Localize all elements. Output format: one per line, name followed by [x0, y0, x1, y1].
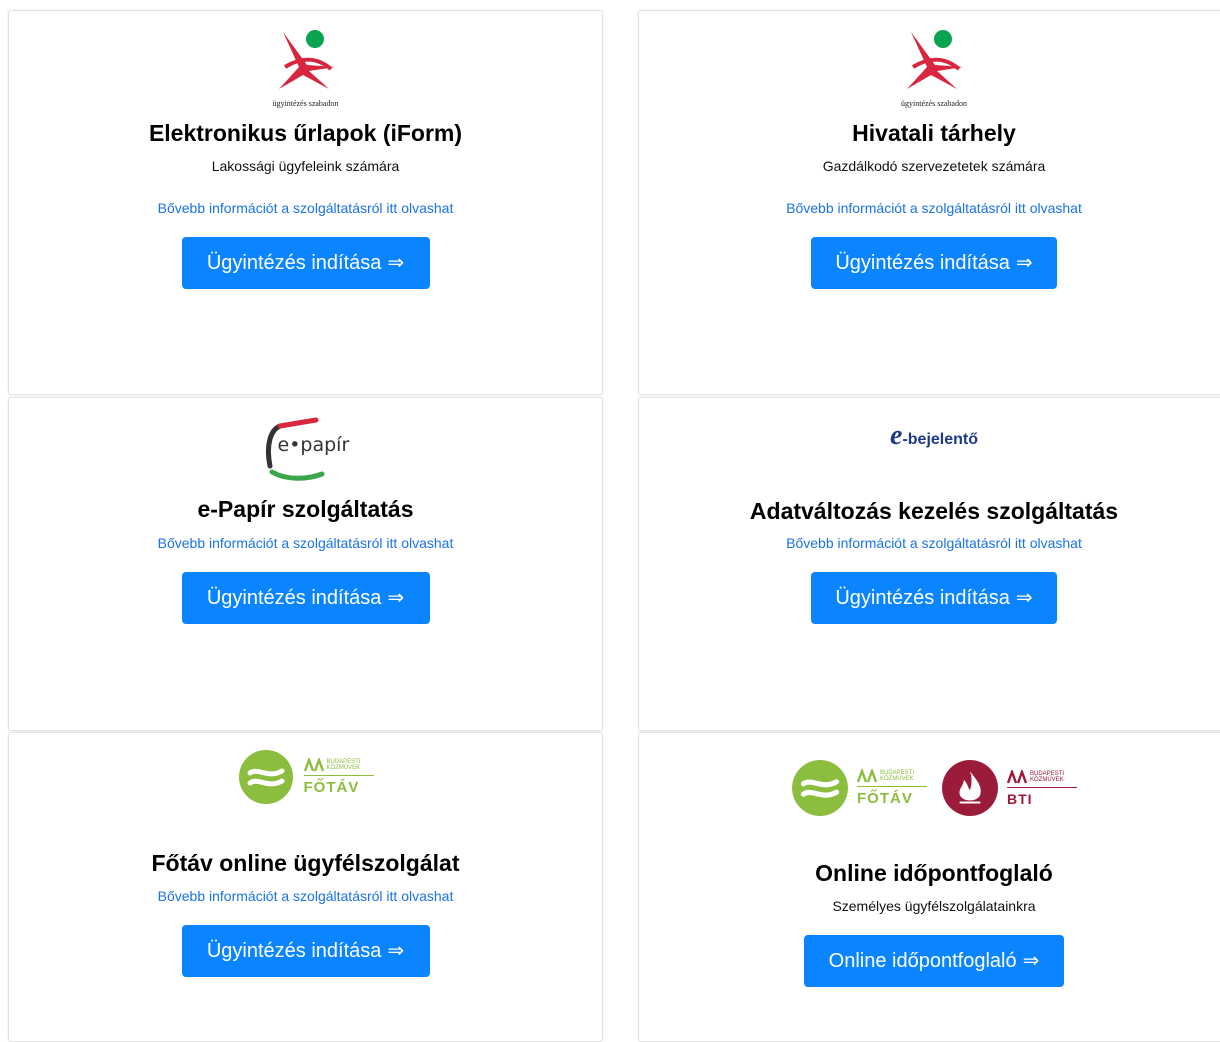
- e-bejelento-logo: e-bejelentő: [639, 420, 1220, 452]
- fotav-circle-icon: [792, 760, 848, 816]
- card-hivatali-tarhely: ügyintézés szabadon Hivatali tárhely Gaz…: [638, 10, 1220, 395]
- card-adatvaltozas: e-bejelentő Adatváltozás kezelés szolgál…: [638, 397, 1220, 731]
- more-info-link[interactable]: Bővebb információt a szolgáltatásról itt…: [9, 887, 602, 905]
- card-title: Főtáv online ügyfélszolgálat: [151, 850, 460, 876]
- fotav-bti-logos: BUDAPESTI KÖZMŰVEK FŐTÁV BUDAPESTI KÖZMŰ…: [639, 759, 1220, 817]
- kozmuvek-mark-icon: [303, 758, 324, 772]
- card-online-idopontfoglalo: BUDAPESTI KÖZMŰVEK FŐTÁV BUDAPESTI KÖZMŰ…: [638, 732, 1220, 1042]
- start-process-button[interactable]: Ügyintézés indítása ⇒: [811, 572, 1057, 624]
- more-info-link[interactable]: Bővebb információt a szolgáltatásról itt…: [639, 534, 1220, 552]
- kozmuvek-mark-icon: [1007, 769, 1027, 783]
- card-title: e-Papír szolgáltatás: [197, 496, 414, 522]
- arrow-right-icon: ⇒: [387, 940, 405, 962]
- card-title: Hivatali tárhely: [852, 120, 1016, 146]
- ugyintezes-szabadon-logo: [639, 27, 1220, 99]
- ugyintezes-szabadon-logo: [9, 27, 602, 99]
- fotav-logo: BUDAPESTI KÖZMŰVEK FŐTÁV: [791, 759, 927, 817]
- arrow-right-icon: ⇒: [1022, 950, 1040, 972]
- online-booking-button[interactable]: Online időpontfoglaló ⇒: [804, 935, 1064, 987]
- card-title: Adatváltozás kezelés szolgáltatás: [749, 498, 1119, 524]
- kozmuvek-mark-icon: [857, 769, 877, 783]
- start-process-button[interactable]: Ügyintézés indítása ⇒: [181, 237, 430, 289]
- more-info-link[interactable]: Bővebb információt a szolgáltatásról itt…: [9, 534, 602, 552]
- start-process-button[interactable]: Ügyintézés indítása ⇒: [181, 925, 430, 977]
- card-iform: ügyintézés szabadon Elektronikus űrlapok…: [8, 10, 603, 395]
- arrow-right-icon: ⇒: [387, 587, 405, 609]
- kozmuvek-line-2: KÖZMŰVEK: [880, 776, 914, 782]
- more-info-link[interactable]: Bővebb információt a szolgáltatásról itt…: [639, 199, 1220, 217]
- fotav-circle-icon: [238, 750, 293, 804]
- epapir-logo-text: e•papír: [277, 434, 350, 456]
- card-title: Online időpontfoglaló: [815, 860, 1053, 886]
- card-fotav: BUDAPESTI KÖZMŰVEK FŐTÁV Főtáv online üg…: [8, 732, 603, 1042]
- fotav-logo-text: FŐTÁV: [857, 790, 913, 807]
- e-bejelento-logo-text: -bejelentő: [902, 431, 978, 448]
- logo-caption: ügyintézés szabadon: [272, 99, 339, 108]
- card-title: Elektronikus űrlapok (iForm): [148, 120, 463, 146]
- more-info-link[interactable]: Bővebb információt a szolgáltatásról itt…: [9, 199, 602, 217]
- logo-caption: ügyintézés szabadon: [901, 99, 967, 108]
- start-process-button[interactable]: Ügyintézés indítása ⇒: [181, 572, 430, 624]
- bti-logo: BUDAPESTI KÖZMŰVEK BTI: [941, 759, 1077, 817]
- card-epapir: e•papír e-Papír szolgáltatás Bővebb info…: [8, 397, 603, 731]
- start-process-button[interactable]: Ügyintézés indítása ⇒: [811, 237, 1057, 289]
- arrow-right-icon: ⇒: [1015, 587, 1033, 609]
- card-subtitle: Lakossági ügyfeleink számára: [211, 158, 400, 174]
- arrow-right-icon: ⇒: [1015, 252, 1033, 274]
- e-bejelento-logo-e: e: [890, 420, 903, 451]
- kozmuvek-line-2: KÖZMŰVEK: [326, 765, 361, 771]
- bti-logo-text: BTI: [1007, 790, 1033, 807]
- card-subtitle: Személyes ügyfélszolgálatainkra: [832, 898, 1036, 914]
- kozmuvek-line-1: BUDAPESTI: [1030, 770, 1065, 777]
- fotav-logo: BUDAPESTI KÖZMŰVEK FŐTÁV: [9, 749, 602, 805]
- arrow-right-icon: ⇒: [387, 252, 405, 274]
- fotav-logo-text: FŐTÁV: [303, 779, 360, 796]
- epapir-logo: e•papír: [9, 416, 602, 482]
- card-subtitle: Gazdálkodó szervezetetek számára: [822, 158, 1046, 174]
- kozmuvek-line-2: KÖZMŰVEK: [1030, 776, 1064, 783]
- flame-icon: [942, 760, 998, 816]
